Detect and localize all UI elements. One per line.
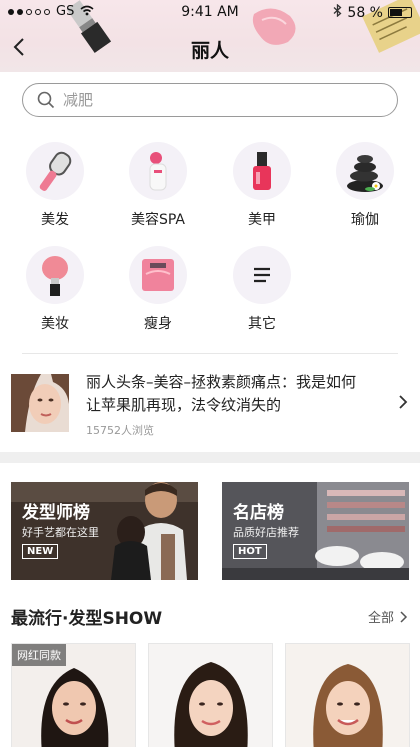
bluetooth-icon	[333, 3, 342, 21]
search-input[interactable]	[63, 91, 363, 109]
category-nail[interactable]: 美甲	[210, 130, 314, 230]
category-hair[interactable]: 美发	[3, 130, 107, 230]
view-all-label: 全部	[367, 611, 394, 626]
view-all-link[interactable]: 全部	[368, 607, 408, 626]
hot-badge: HOT	[233, 544, 267, 559]
category-spa[interactable]: 美容SPA	[106, 130, 210, 230]
hairstyle-card[interactable]	[285, 643, 410, 747]
hairbrush-icon	[26, 142, 84, 200]
category-label: 美妆	[41, 316, 69, 332]
page-title: 丽人	[190, 40, 229, 62]
category-label: 其它	[248, 316, 276, 332]
category-slimming[interactable]: 瘦身	[106, 234, 210, 334]
headline-item[interactable]: 丽人头条–美容–拯救素颜痛点：我是如何让苹果肌再现，法令纹消失的 15752人浏…	[0, 362, 420, 442]
chevron-right-icon	[400, 610, 408, 623]
banner-subtitle: 品质好店推荐	[233, 526, 299, 539]
hairstyle-photo	[286, 644, 409, 747]
section-divider	[0, 452, 420, 463]
view-count: 15752人浏览	[86, 424, 154, 437]
search-icon	[37, 91, 55, 109]
nail-polish-icon	[233, 142, 291, 200]
stylist-ranking-banner[interactable]: 发型师榜 好手艺都在这里 NEW	[11, 482, 198, 580]
shop-ranking-banner[interactable]: 名店榜 品质好店推荐 HOT	[222, 482, 409, 580]
category-makeup[interactable]: 美妆	[3, 234, 107, 334]
status-bar: GS 9:41 AM 58 %	[0, 0, 420, 24]
category-yoga[interactable]: 瑜伽	[313, 130, 417, 230]
banner-title: 发型师榜	[22, 503, 90, 523]
divider	[22, 353, 398, 354]
header: GS 9:41 AM 58 % 丽人	[0, 0, 420, 72]
hairstyle-card[interactable]: 网红同款	[11, 643, 136, 747]
menu-lines-icon	[233, 246, 291, 304]
section-title: 最流行·发型SHOW	[11, 609, 163, 629]
headline-title: 丽人头条–美容–拯救素颜痛点：我是如何让苹果肌再现，法令纹消失的	[86, 373, 357, 414]
hairstyle-photo	[149, 644, 272, 747]
category-grid: 美发 美容SPA 美甲 瑜伽 美妆 瘦身 其它	[0, 130, 420, 350]
facial-steamer-icon	[129, 142, 187, 200]
new-badge: NEW	[22, 544, 59, 559]
category-label: 瘦身	[144, 316, 172, 332]
battery-icon	[388, 7, 412, 18]
headline-thumbnail	[11, 374, 69, 432]
hairstyle-card[interactable]	[148, 643, 273, 747]
spa-stones-icon	[336, 142, 394, 200]
search-bar[interactable]	[22, 83, 398, 117]
makeup-brush-icon	[26, 246, 84, 304]
category-other[interactable]: 其它	[210, 234, 314, 334]
category-label: 美发	[41, 212, 69, 228]
banner-title: 名店榜	[233, 503, 284, 523]
scale-icon	[129, 246, 187, 304]
banner-subtitle: 好手艺都在这里	[22, 526, 99, 539]
category-label: 瑜伽	[351, 212, 379, 228]
category-label: 美容SPA	[130, 212, 185, 228]
chevron-right-icon	[399, 395, 408, 409]
battery-percent: 58 %	[347, 4, 383, 21]
category-label: 美甲	[248, 212, 276, 228]
trend-badge: 网红同款	[12, 644, 66, 666]
